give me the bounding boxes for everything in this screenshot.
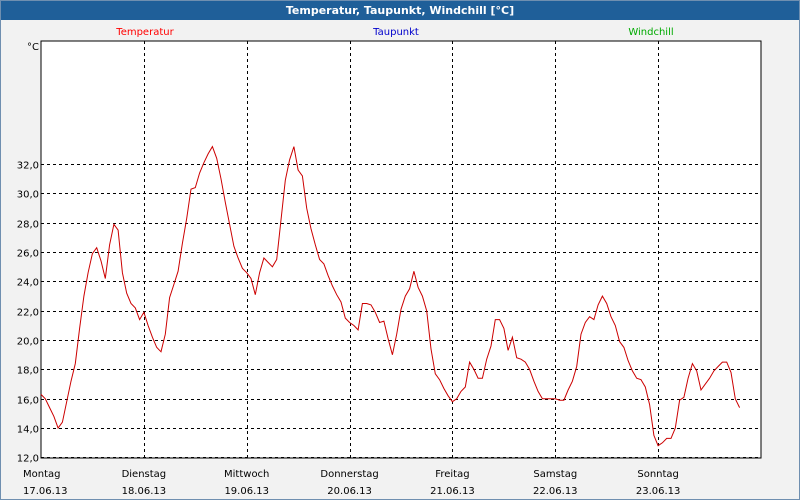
legend-temperatur: Temperatur (115, 27, 174, 38)
x-tick-day: Montag (23, 469, 60, 480)
legend-taupunkt: Taupunkt (372, 27, 419, 38)
temperature-chart: 12,0 14,0 16,0 18,0 20,0 22,0 24,0 26,0 28,0 30,0… (17, 27, 762, 497)
legend-windchill: Windchill (628, 27, 673, 38)
y-tick-label: 18,0 (17, 366, 39, 377)
x-tick-day: Freitag (435, 469, 469, 480)
x-tick-date: 18.06.13 (122, 486, 167, 497)
y-tick-label: 26,0 (17, 249, 39, 260)
y-tick-label: 28,0 (17, 220, 39, 231)
x-tick-day: Sonntag (637, 469, 679, 480)
y-tick-label: 24,0 (17, 278, 39, 289)
y-tick-label: 16,0 (17, 396, 39, 407)
x-tick-date: 17.06.13 (23, 486, 68, 497)
chart-window: Temperatur, Taupunkt, Windchill [°C] 12,… (0, 0, 800, 500)
y-tick-label: 30,0 (17, 190, 39, 201)
x-tick-date: 20.06.13 (327, 486, 372, 497)
x-tick-date: 22.06.13 (533, 486, 578, 497)
y-axis-unit: °C (27, 42, 39, 53)
y-tick-label: 32,0 (17, 161, 39, 172)
x-tick-day: Samstag (533, 469, 577, 480)
x-tick-date: 23.06.13 (636, 486, 681, 497)
x-tick-date: 21.06.13 (430, 486, 475, 497)
x-tick-date: 19.06.13 (224, 486, 269, 497)
x-tick-day: Mittwoch (224, 469, 269, 480)
y-tick-label: 14,0 (17, 425, 39, 436)
y-tick-label: 20,0 (17, 337, 39, 348)
y-tick-label: 12,0 (17, 454, 39, 465)
x-tick-day: Dienstag (122, 469, 167, 480)
y-tick-label: 22,0 (17, 308, 39, 319)
x-tick-day: Donnerstag (320, 469, 378, 480)
plot-area (40, 40, 762, 459)
